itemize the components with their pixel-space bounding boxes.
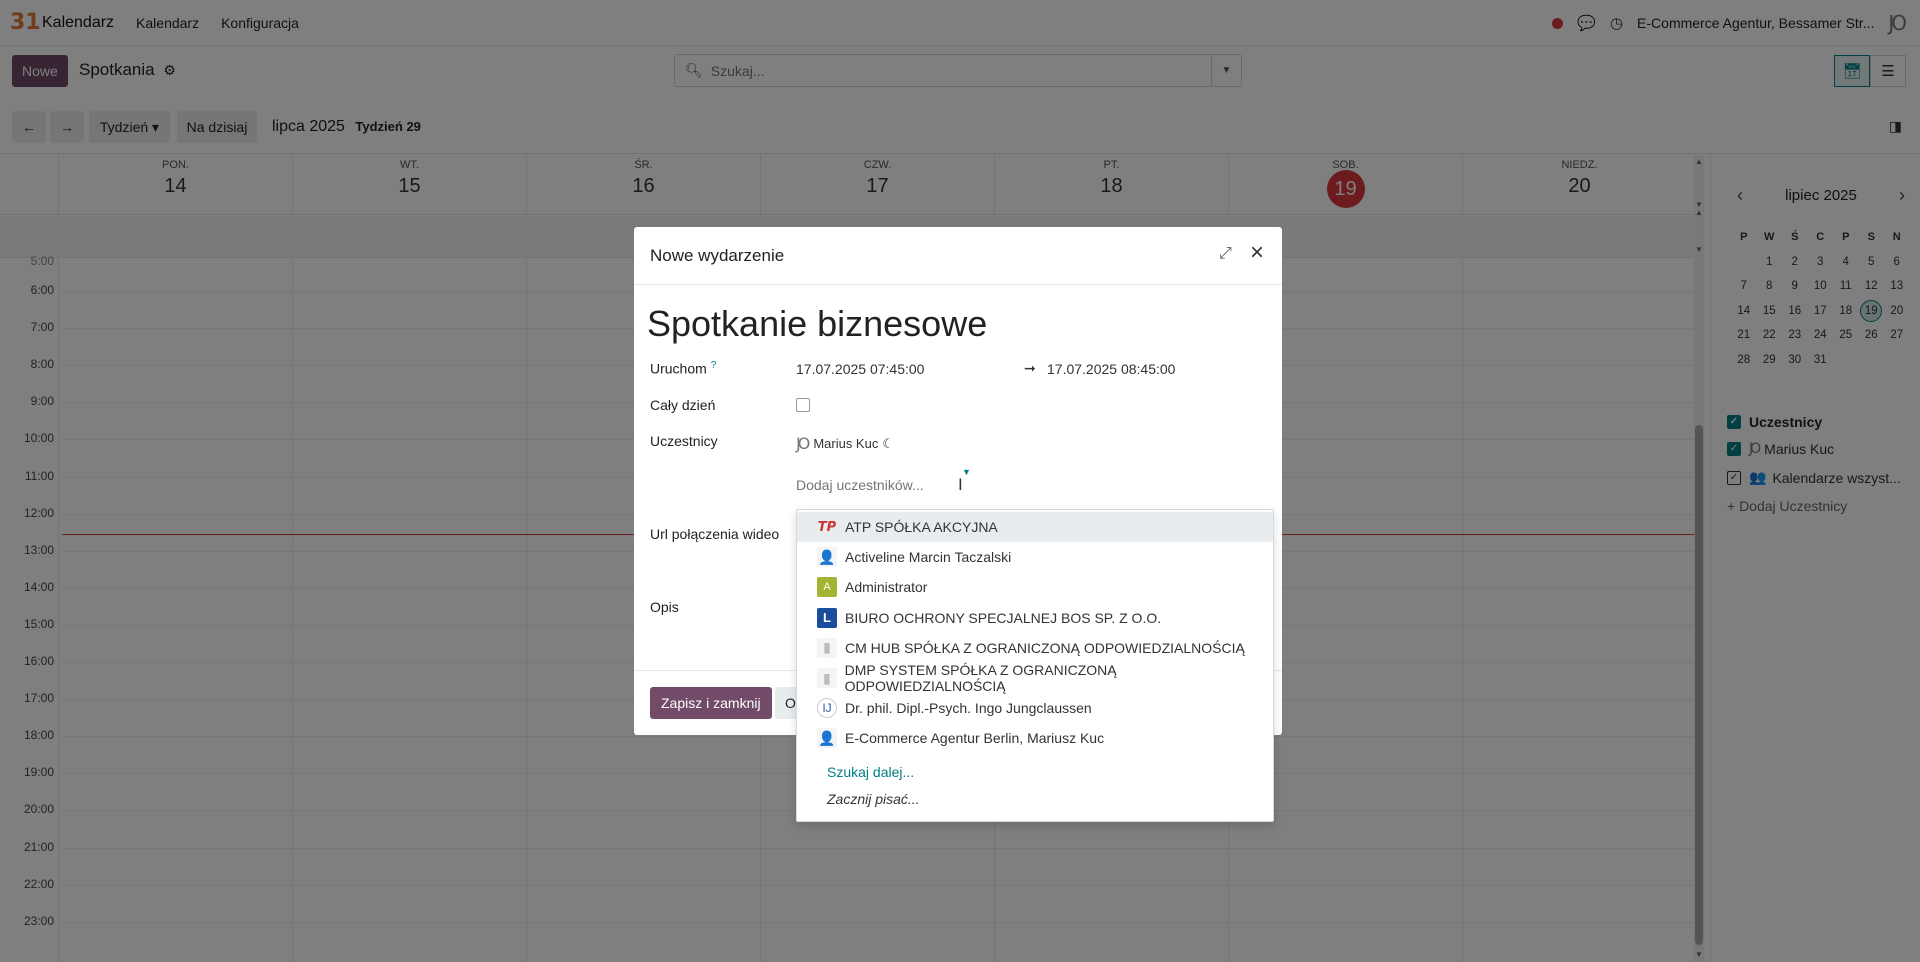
start-label: Uruchom ? <box>650 360 717 377</box>
start-typing-hint: Zacznij pisać... <box>827 791 920 807</box>
add-attendees-input[interactable] <box>796 477 996 493</box>
dropdown-item[interactable]: 👤 E-Commerce Agentur Berlin, Mariusz Kuc <box>797 723 1273 753</box>
person-avatar-icon: 👤 <box>817 728 837 749</box>
dropdown-item-label: DMP SYSTEM SPÓŁKA Z OGRANICZONĄ ODPOWIED… <box>844 662 1117 694</box>
allday-label: Cały dzień <box>650 397 716 413</box>
attendees-label: Uczestnicy <box>650 433 718 449</box>
tp-logo-icon: TP <box>817 519 837 535</box>
dropdown-item-label: ATP SPÓŁKA AKCYJNA <box>845 519 998 535</box>
building-avatar-icon: ▮ <box>817 668 837 688</box>
attendee-autocomplete-dropdown: 👤 E-Commerce Agentur Berlin, Mariusz Kuc I… <box>796 509 1274 822</box>
close-icon[interactable]: × <box>1250 239 1264 267</box>
dropdown-item-label: E-Commerce Agentur Berlin, Mariusz Kuc <box>845 730 1105 747</box>
video-url-label: Url połączenia wideo <box>650 526 780 542</box>
building-avatar-icon: ▮ <box>817 637 837 658</box>
expand-icon[interactable]: ⤢ <box>1219 245 1232 263</box>
ij-logo-icon: IJ <box>817 698 837 719</box>
dialog-header: Nowe wydarzenie ⤢ × <box>634 227 1282 285</box>
letter-a-avatar-icon: A <box>817 577 837 598</box>
caret-down-icon[interactable]: ▼ <box>962 467 971 477</box>
end-datetime-field[interactable]: 17.07.2025 08:45:00 <box>1047 361 1175 377</box>
user-avatar: JO <box>796 434 810 453</box>
dropdown-item[interactable]: 👤 Activeline Marcin Taczalski <box>797 542 1273 572</box>
moon-status-icon: ☾ <box>882 435 894 451</box>
text-cursor-icon: I <box>958 475 963 494</box>
arrow-right-icon: ➞ <box>1024 360 1036 376</box>
dropdown-item[interactable]: L BIURO OCHRONY SPECJALNEJ BOS SP. Z O.O. <box>797 603 1273 633</box>
allday-checkbox[interactable] <box>796 398 810 412</box>
dropdown-item-label: Dr. phil. Dipl.-Psych. Ingo Jungclaussen <box>845 700 1092 717</box>
dropdown-item-label: Administrator <box>845 579 928 596</box>
dropdown-item[interactable]: TP ATP SPÓŁKA AKCYJNA <box>797 512 1273 542</box>
dropdown-item-label: Activeline Marcin Taczalski <box>845 549 1012 566</box>
start-datetime-field[interactable]: 17.07.2025 07:45:00 <box>796 361 924 377</box>
attendee-tag[interactable]: JO Marius Kuc ☾ <box>796 434 894 453</box>
dropdown-item[interactable]: A Administrator <box>797 572 1273 602</box>
dropdown-item[interactable]: IJ Dr. phil. Dipl.-Psych. Ingo Jungclauss… <box>797 693 1273 723</box>
description-label: Opis <box>650 599 679 615</box>
event-name-input[interactable]: Spotkanie biznesowe <box>647 303 987 345</box>
dropdown-item[interactable]: ▮ CM HUB SPÓŁKA Z OGRANICZONĄ ODPOWIEDZIA… <box>797 633 1273 663</box>
search-more-link[interactable]: Szukaj dalej... <box>827 764 914 780</box>
person-avatar-icon: 👤 <box>817 547 837 568</box>
dialog-title: Nowe wydarzenie <box>650 246 785 265</box>
dropdown-item-label: CM HUB SPÓŁKA Z OGRANICZONĄ ODPOWIEDZIAL… <box>845 639 1245 656</box>
dropdown-item[interactable]: ▮ DMP SYSTEM SPÓŁKA Z OGRANICZONĄ ODPOWIE… <box>797 662 1273 694</box>
help-tooltip-icon[interactable]: ? <box>711 360 717 371</box>
letter-l-logo-icon: L <box>817 607 837 628</box>
save-and-close-button[interactable]: Zapisz i zamknij <box>650 687 772 719</box>
dropdown-item-label: BIURO OCHRONY SPECJALNEJ BOS SP. Z O.O. <box>845 609 1162 626</box>
